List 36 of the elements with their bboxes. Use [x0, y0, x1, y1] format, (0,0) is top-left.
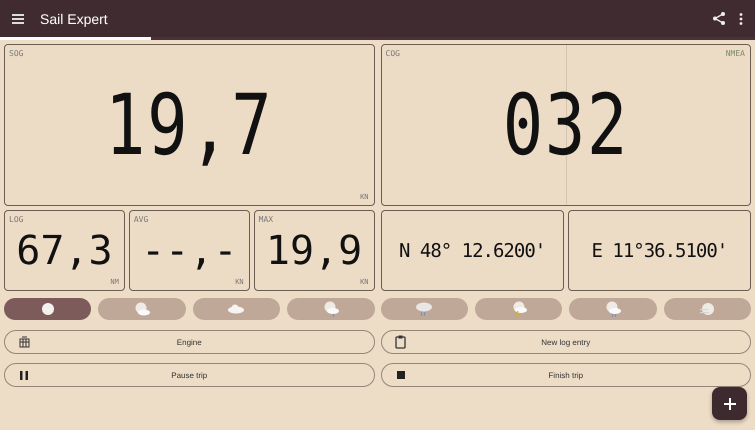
- weather-button[interactable]: [287, 298, 374, 320]
- display-value: 032: [502, 76, 629, 174]
- weather-button[interactable]: [569, 298, 657, 320]
- display-value: 67,3: [16, 228, 113, 274]
- pause-icon: [20, 370, 28, 380]
- cloud-drizzle-icon: [322, 301, 340, 317]
- coordinate-value: N 48° 12.6200': [399, 240, 546, 262]
- add-button[interactable]: [712, 387, 747, 420]
- engine-icon: [18, 336, 30, 348]
- fog-icon: [699, 302, 716, 316]
- display-value: --,-: [141, 228, 238, 274]
- action-button[interactable]: Engine: [4, 330, 374, 354]
- source-tag: NMEA: [726, 49, 745, 58]
- display-label: SOG: [9, 49, 24, 58]
- display-label: AVG: [134, 215, 148, 224]
- stop-icon: [396, 371, 404, 379]
- weather-button[interactable]: [98, 298, 186, 320]
- display-value: 19,9: [266, 228, 362, 274]
- rain-cloud-icon: [415, 301, 434, 317]
- sun-icon: [40, 302, 55, 316]
- action-button[interactable]: Pause trip: [4, 363, 374, 387]
- display-label: LOG: [9, 215, 24, 224]
- cloud-icon: [227, 304, 246, 314]
- clipboard-icon: [395, 335, 406, 349]
- display-label: COG: [386, 49, 400, 58]
- action-button[interactable]: New log entry: [380, 330, 751, 354]
- cloud-sun-icon: [133, 302, 152, 316]
- weather-button[interactable]: [4, 298, 92, 320]
- action-button[interactable]: Finish trip: [380, 363, 751, 387]
- plus-icon: [724, 398, 736, 410]
- coordinate-value: E 11°36.5100': [592, 240, 728, 262]
- display-label: MAX: [258, 215, 274, 224]
- weather-button[interactable]: [474, 298, 562, 320]
- app-title: Sail Expert: [40, 10, 108, 26]
- display-value: 19,7: [105, 76, 274, 174]
- cloud-sleet-icon: [604, 301, 622, 317]
